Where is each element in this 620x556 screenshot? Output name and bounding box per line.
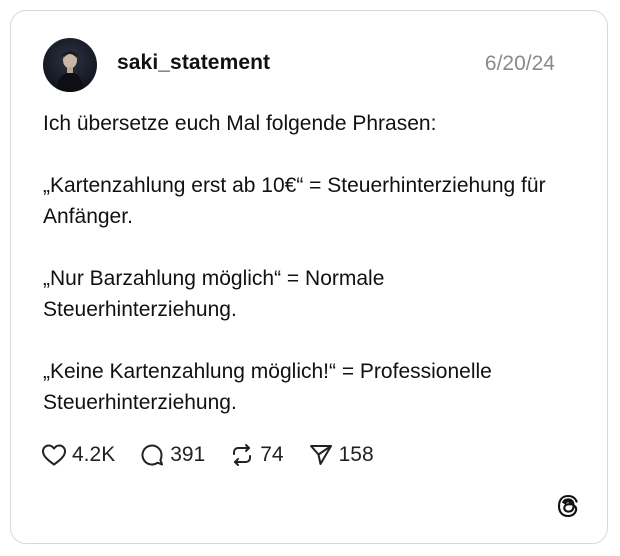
like-button[interactable]: 4.2K	[41, 443, 115, 467]
post-date: 6/20/24	[484, 52, 555, 75]
send-icon	[309, 445, 332, 465]
repost-button[interactable]: 74	[229, 442, 284, 468]
repost-count: 74	[260, 443, 284, 466]
repost-icon	[233, 444, 252, 466]
share-count: 158	[338, 443, 374, 466]
like-count: 4.2K	[72, 443, 116, 466]
reply-count: 391	[170, 443, 206, 466]
post-card: saki_statement 6/20/24 Ich übersetze euc…	[10, 10, 608, 544]
avatar[interactable]	[43, 38, 97, 92]
post-paragraph: „Keine Kartenzahlung möglich!“ = Profess…	[43, 360, 492, 414]
threads-logo-glyph	[557, 494, 578, 518]
username[interactable]: saki_statement	[117, 51, 270, 75]
action-bar: 4.2K 391 74 158	[41, 441, 398, 469]
threads-logo-icon[interactable]	[555, 493, 581, 519]
share-button[interactable]: 158	[308, 442, 374, 468]
heart-icon	[42, 444, 66, 466]
post-body: Ich übersetze euch Mal folgende Phrasen:…	[43, 108, 583, 418]
avatar-image	[56, 51, 84, 92]
post-paragraph: „Kartenzahlung erst ab 10€“ = Steuerhint…	[43, 174, 546, 228]
post-paragraph: „Nur Barzahlung möglich“ = Normale Steue…	[43, 267, 385, 321]
comment-bubble-icon	[141, 444, 164, 466]
reply-button[interactable]: 391	[139, 442, 205, 468]
post-paragraph: Ich übersetze euch Mal folgende Phrasen:	[43, 112, 437, 135]
